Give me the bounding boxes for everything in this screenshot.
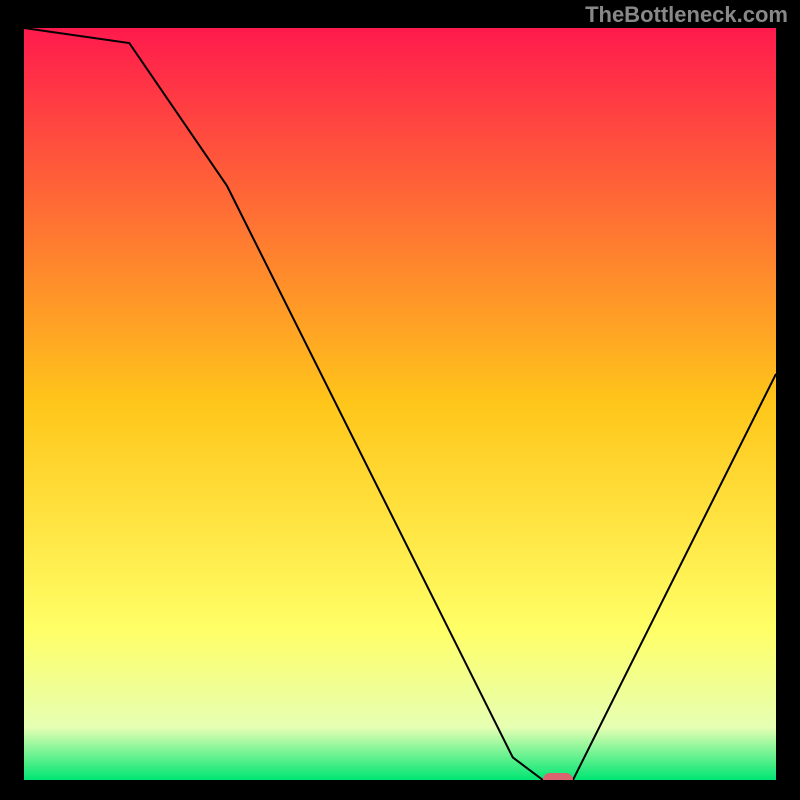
bottleneck-curve [24,28,776,780]
optimal-marker [543,773,573,780]
watermark-text: TheBottleneck.com [585,2,788,28]
plot-area [24,28,776,780]
